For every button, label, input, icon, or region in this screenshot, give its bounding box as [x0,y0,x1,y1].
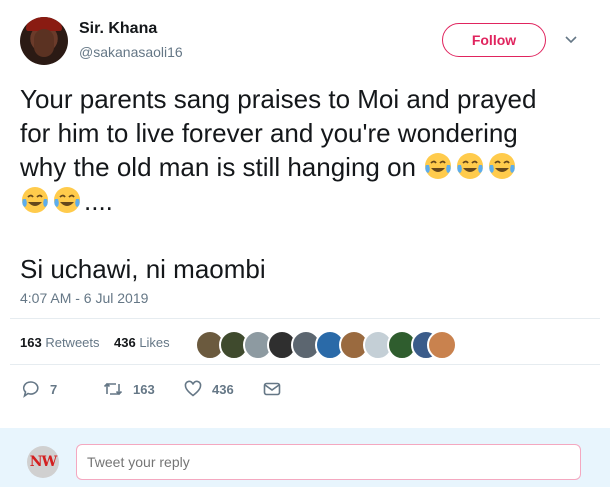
retweets-stat[interactable]: 163 Retweets [20,335,100,350]
reply-input[interactable] [76,444,581,480]
envelope-icon [263,382,281,396]
face-with-tears-of-joy-icon [22,187,48,213]
reply-count: 7 [50,381,58,397]
tweet-timestamp[interactable]: 4:07 AM - 6 Jul 2019 [20,290,148,306]
tweet-ellipsis: .... [84,186,113,216]
retweet-count: 163 [133,381,155,397]
chevron-down-icon[interactable] [564,33,578,47]
reply-icon [22,381,39,398]
like-action[interactable]: 436 [184,380,234,398]
direct-message-action[interactable] [263,380,291,398]
tweet-line: for him to live forever and you're wonde… [20,118,518,148]
author-avatar[interactable] [20,17,68,65]
face-with-tears-of-joy-icon [425,153,452,179]
current-user-avatar[interactable]: NW [27,446,59,478]
like-count: 436 [212,381,234,397]
face-with-tears-of-joy-icon [54,187,80,213]
liker-avatar[interactable] [427,330,457,360]
reply-action[interactable]: 7 [22,380,57,398]
author-name[interactable]: Sir. Khana [79,20,157,38]
tweet-line: Your parents sang praises to Moi and pra… [20,84,537,114]
divider [10,364,600,365]
face-with-tears-of-joy-icon [489,153,516,179]
tweet-line: Si uchawi, ni maombi [20,254,266,284]
likes-stat[interactable]: 436 Likes [114,335,170,350]
divider [10,318,600,319]
tweet-text: Your parents sang praises to Moi and pra… [20,82,595,286]
retweet-icon [103,382,123,396]
follow-button[interactable]: Follow [442,23,546,57]
face-with-tears-of-joy-icon [457,153,484,179]
tweet-stats: 163 Retweets 436 Likes [20,335,170,350]
retweet-action[interactable]: 163 [103,380,155,398]
avatar-logo-text: NW [29,454,58,470]
heart-icon [184,380,202,397]
tweet-line: why the old man is still hanging on [20,152,424,182]
author-handle[interactable]: @sakanasaoli16 [79,44,183,60]
